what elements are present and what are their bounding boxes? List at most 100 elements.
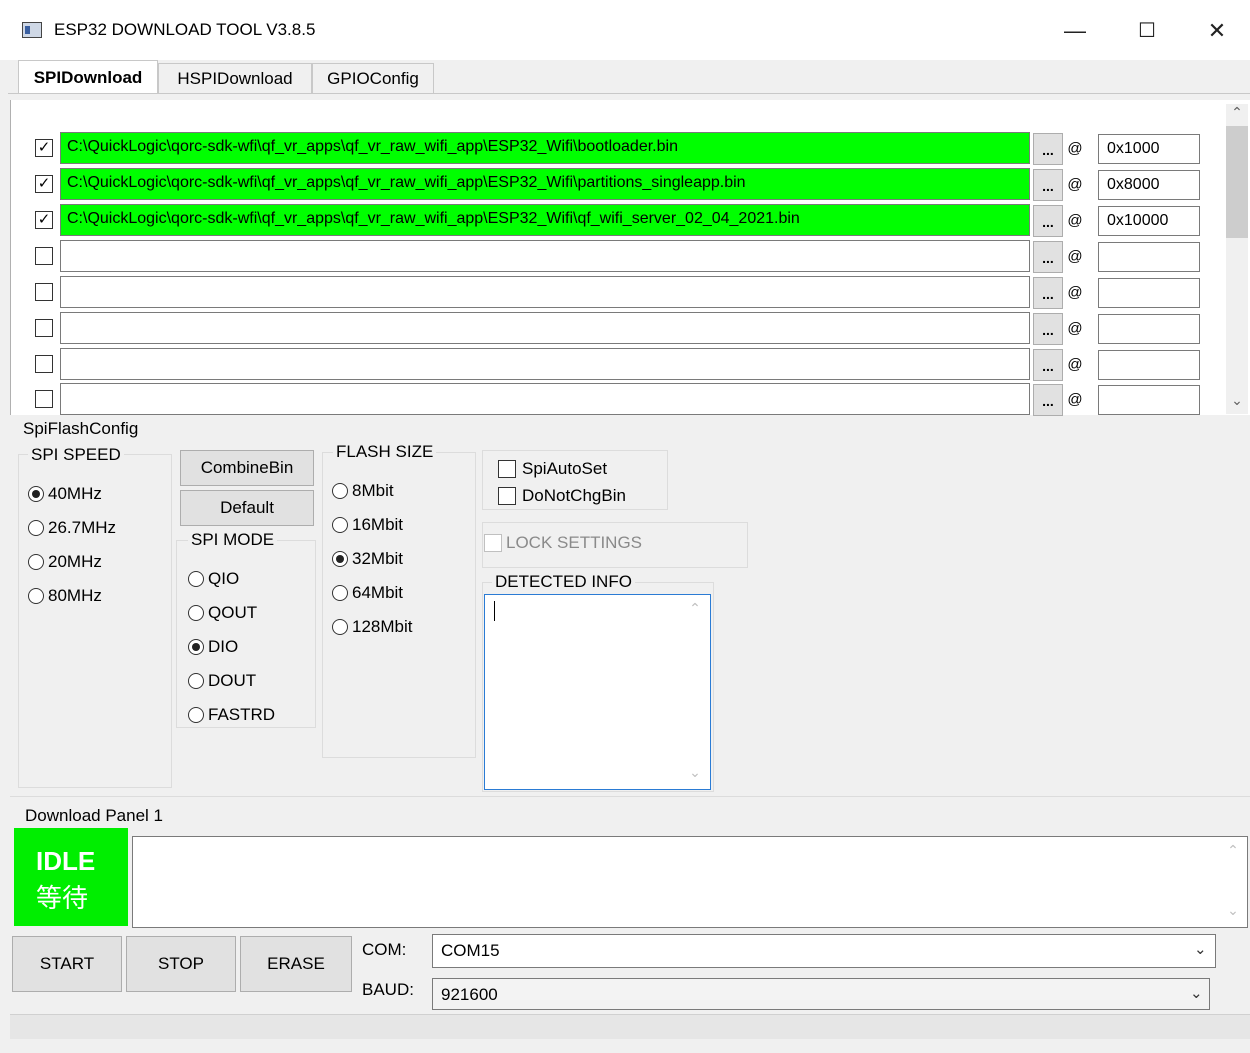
at-sign-label: @ xyxy=(1067,391,1083,408)
address-field[interactable] xyxy=(1098,242,1200,272)
at-sign-label: @ xyxy=(1067,248,1083,265)
spi-speed-label: SPI SPEED xyxy=(28,445,124,465)
spi-mode-radio[interactable] xyxy=(188,605,204,621)
at-sign-label: @ xyxy=(1067,140,1083,157)
address-field[interactable]: 0x1000 xyxy=(1098,134,1200,164)
info-scroll-down-icon[interactable]: ⌄ xyxy=(684,764,706,781)
flash-size-option-label: 32Mbit xyxy=(352,549,404,568)
flash-size-radio[interactable] xyxy=(332,585,348,601)
erase-button[interactable]: ERASE xyxy=(240,936,352,992)
address-field[interactable] xyxy=(1098,350,1200,380)
spi-mode-label: SPI MODE xyxy=(188,530,278,550)
flash-size-label: FLASH SIZE xyxy=(333,442,437,462)
at-sign-label: @ xyxy=(1067,212,1083,229)
at-sign-label: @ xyxy=(1067,320,1083,337)
spi-mode-option-label: DIO xyxy=(208,637,239,656)
text-cursor xyxy=(494,601,495,621)
info-scroll-up-icon[interactable]: ⌃ xyxy=(684,600,706,617)
spi-mode-group xyxy=(176,540,316,728)
file-enable-checkbox[interactable] xyxy=(35,355,53,373)
file-path-field[interactable] xyxy=(60,383,1030,415)
spi-speed-option-label: 26.7MHz xyxy=(48,518,117,537)
tab-hspidownload[interactable]: HSPIDownload xyxy=(158,63,312,93)
browse-button[interactable]: ... xyxy=(1033,313,1063,345)
at-sign-label: @ xyxy=(1067,284,1083,301)
file-path-field[interactable]: C:\QuickLogic\qorc-sdk-wfi\qf_vr_apps\qf… xyxy=(60,204,1030,236)
browse-button[interactable]: ... xyxy=(1033,205,1063,237)
spi-speed-group xyxy=(18,454,172,788)
log-scroll-up-icon[interactable]: ⌃ xyxy=(1222,842,1244,859)
file-enable-checkbox[interactable] xyxy=(35,283,53,301)
stop-button[interactable]: STOP xyxy=(126,936,236,992)
address-field[interactable] xyxy=(1098,385,1200,415)
spiautoset-checkbox[interactable] xyxy=(498,460,516,478)
browse-button[interactable]: ... xyxy=(1033,349,1063,381)
flash-size-radio[interactable] xyxy=(332,517,348,533)
file-enable-checkbox[interactable]: ✓ xyxy=(35,139,53,157)
lock-settings-checkbox[interactable] xyxy=(484,534,502,552)
combinebin-button[interactable]: CombineBin xyxy=(180,450,314,486)
spi-speed-option-label: 80MHz xyxy=(48,586,102,605)
browse-button[interactable]: ... xyxy=(1033,169,1063,201)
baud-dropdown-icon[interactable]: ⌄ xyxy=(1190,984,1203,1002)
file-enable-checkbox[interactable] xyxy=(35,390,53,408)
close-button[interactable]: ✕ xyxy=(1194,14,1240,48)
minimize-button[interactable]: — xyxy=(1052,14,1098,48)
detected-info-textarea[interactable] xyxy=(484,594,711,790)
start-button[interactable]: START xyxy=(12,936,122,992)
spi-mode-radio[interactable] xyxy=(188,639,204,655)
flash-size-option-label: 128Mbit xyxy=(352,617,413,636)
browse-button[interactable]: ... xyxy=(1033,277,1063,309)
address-field[interactable]: 0x8000 xyxy=(1098,170,1200,200)
default-button[interactable]: Default xyxy=(180,490,314,526)
scroll-up-icon[interactable]: ⌃ xyxy=(1226,104,1248,121)
browse-button[interactable]: ... xyxy=(1033,133,1063,165)
tab-gpioconfig[interactable]: GPIOConfig xyxy=(312,63,434,93)
tab-spidownload[interactable]: SPIDownload xyxy=(18,60,158,94)
detected-info-label: DETECTED INFO xyxy=(492,572,635,592)
file-enable-checkbox[interactable] xyxy=(35,247,53,265)
spiflashconfig-label: SpiFlashConfig xyxy=(20,419,142,439)
file-path-field[interactable] xyxy=(60,312,1030,344)
spi-mode-option-label: QOUT xyxy=(208,603,258,622)
spi-speed-radio[interactable] xyxy=(28,486,44,502)
file-path-field[interactable] xyxy=(60,276,1030,308)
flash-size-radio[interactable] xyxy=(332,483,348,499)
spi-speed-radio[interactable] xyxy=(28,588,44,604)
file-enable-checkbox[interactable]: ✓ xyxy=(35,175,53,193)
flash-size-radio[interactable] xyxy=(332,551,348,567)
address-field[interactable] xyxy=(1098,278,1200,308)
file-path-field[interactable] xyxy=(60,348,1030,380)
file-path-field[interactable]: C:\QuickLogic\qorc-sdk-wfi\qf_vr_apps\qf… xyxy=(60,168,1030,200)
file-path-field[interactable] xyxy=(60,240,1030,272)
address-field[interactable]: 0x10000 xyxy=(1098,206,1200,236)
file-enable-checkbox[interactable]: ✓ xyxy=(35,211,53,229)
at-sign-label: @ xyxy=(1067,176,1083,193)
browse-button[interactable]: ... xyxy=(1033,384,1063,416)
file-list-scroll-thumb[interactable] xyxy=(1226,126,1248,238)
spi-mode-radio[interactable] xyxy=(188,673,204,689)
maximize-button[interactable]: ☐ xyxy=(1124,14,1170,48)
status-bar xyxy=(10,1014,1250,1039)
baud-select[interactable]: 921600 xyxy=(432,978,1210,1010)
address-field[interactable] xyxy=(1098,314,1200,344)
download-log-textarea[interactable] xyxy=(132,836,1248,928)
donotchgbin-checkbox[interactable] xyxy=(498,487,516,505)
log-scroll-down-icon[interactable]: ⌄ xyxy=(1222,902,1244,919)
browse-button[interactable]: ... xyxy=(1033,241,1063,273)
flash-size-option-label: 64Mbit xyxy=(352,583,404,602)
spi-mode-radio[interactable] xyxy=(188,707,204,723)
spi-mode-radio[interactable] xyxy=(188,571,204,587)
flash-size-radio[interactable] xyxy=(332,619,348,635)
donotchgbin-label: DoNotChgBin xyxy=(522,486,626,505)
scroll-down-icon[interactable]: ⌄ xyxy=(1226,392,1248,409)
spi-speed-radio[interactable] xyxy=(28,520,44,536)
file-enable-checkbox[interactable] xyxy=(35,319,53,337)
com-dropdown-icon[interactable]: ⌄ xyxy=(1194,940,1207,958)
com-select[interactable]: COM15 xyxy=(432,934,1216,968)
flash-size-option-label: 8Mbit xyxy=(352,481,394,500)
spi-mode-option-label: QIO xyxy=(208,569,240,588)
file-path-field[interactable]: C:\QuickLogic\qorc-sdk-wfi\qf_vr_apps\qf… xyxy=(60,132,1030,164)
spi-speed-radio[interactable] xyxy=(28,554,44,570)
flash-size-group xyxy=(322,452,476,758)
